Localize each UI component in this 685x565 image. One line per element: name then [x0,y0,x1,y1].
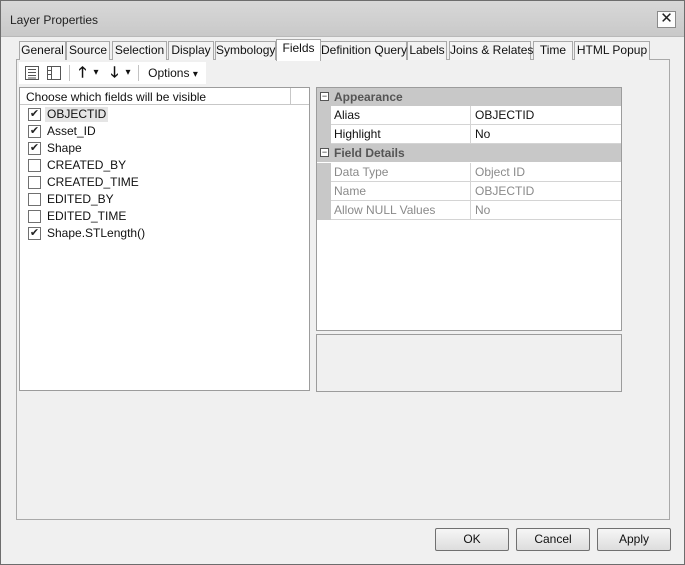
property-name: Name [331,182,471,201]
appearance-category[interactable]: − Appearance [317,88,621,106]
table-view-icon[interactable] [45,64,63,82]
toolbar-separator [138,65,139,81]
tab-definition-query[interactable]: Definition Query [320,41,407,60]
field-property-grid[interactable]: − Appearance Alias OBJECTID Highlight No… [316,87,622,331]
field-checkbox[interactable]: ✔ [28,108,41,121]
property-name: Allow NULL Values [331,201,471,220]
highlight-value[interactable]: No [471,125,621,144]
field-checkbox[interactable] [28,193,41,206]
field-label: Shape.STLength() [47,226,146,240]
property-description-box [316,334,622,392]
move-up-dropdown-icon[interactable]: ▾ [91,64,101,82]
list-item[interactable]: EDITED_BY [26,191,296,208]
window-title: Layer Properties [10,13,99,27]
options-label: Options [148,66,190,80]
list-view-icon[interactable] [23,64,41,82]
property-row-highlight[interactable]: Highlight No [317,125,621,144]
options-dropdown-icon: ▾ [192,69,198,80]
row-gutter [317,106,331,125]
close-icon[interactable]: ✕ [657,11,676,28]
field-checkbox[interactable] [28,210,41,223]
category-label: Appearance [334,90,403,104]
field-label: EDITED_TIME [47,209,127,223]
column-divider[interactable] [290,88,291,105]
property-row-data-type: Data Type Object ID [317,163,621,182]
cancel-button[interactable]: Cancel [516,528,590,551]
field-label: EDITED_BY [47,192,114,206]
move-up-icon[interactable]: 🡑 [75,64,90,82]
tab-display[interactable]: Display [168,41,214,60]
row-gutter [317,125,331,144]
field-visibility-list[interactable]: Choose which fields will be visible ✔ OB… [19,87,310,391]
tab-html-popup[interactable]: HTML Popup [574,41,650,60]
list-item[interactable]: ✔ Shape.STLength() [26,225,296,242]
layer-properties-dialog: Layer Properties ✕ General Source Select… [0,0,685,565]
tab-source[interactable]: Source [66,41,110,60]
property-name: Alias [331,106,471,125]
apply-button[interactable]: Apply [597,528,671,551]
property-row-allow-null: Allow NULL Values No [317,201,621,220]
tab-joins-relates[interactable]: Joins & Relates [449,41,533,60]
toolbar-separator [69,65,70,81]
tab-time[interactable]: Time [533,41,573,60]
move-down-icon[interactable]: 🡓 [107,64,122,82]
field-label: OBJECTID [45,107,109,122]
list-header-label: Choose which fields will be visible [26,90,207,104]
options-menu-button[interactable]: Options ▾ [143,64,203,82]
field-label: CREATED_BY [47,158,127,172]
name-value: OBJECTID [471,182,621,201]
list-item[interactable]: ✔ OBJECTID [26,106,296,123]
field-label: Asset_ID [47,124,96,138]
list-item[interactable]: ✔ Shape [26,140,296,157]
list-item[interactable]: CREATED_TIME [26,174,296,191]
category-label: Field Details [334,146,405,160]
field-label: Shape [47,141,82,155]
property-row-alias[interactable]: Alias OBJECTID [317,106,621,125]
property-name: Data Type [331,163,471,182]
allow-null-value: No [471,201,621,220]
list-item[interactable]: EDITED_TIME [26,208,296,225]
field-checkbox[interactable]: ✔ [28,227,41,240]
alias-value[interactable]: OBJECTID [471,106,621,125]
tab-general[interactable]: General [19,41,66,60]
title-bar[interactable]: Layer Properties ✕ [1,1,684,37]
field-details-category[interactable]: − Field Details [317,144,621,162]
tab-symbology[interactable]: Symbology [215,41,276,60]
field-checkbox[interactable] [28,176,41,189]
list-item[interactable]: CREATED_BY [26,157,296,174]
tab-labels[interactable]: Labels [407,41,447,60]
list-item[interactable]: ✔ Asset_ID [26,123,296,140]
fields-toolbar: 🡑 ▾ 🡓 ▾ Options ▾ [19,62,206,84]
field-checkbox[interactable] [28,159,41,172]
list-column-header[interactable]: Choose which fields will be visible [20,88,309,105]
field-checkbox[interactable]: ✔ [28,125,41,138]
move-down-dropdown-icon[interactable]: ▾ [123,64,133,82]
field-checkbox[interactable]: ✔ [28,142,41,155]
tab-fields[interactable]: Fields [276,39,321,61]
tab-selection[interactable]: Selection [112,41,167,60]
collapse-icon[interactable]: − [320,92,329,101]
row-gutter [317,182,331,201]
property-name: Highlight [331,125,471,144]
field-label: CREATED_TIME [47,175,139,189]
collapse-icon[interactable]: − [320,148,329,157]
data-type-value: Object ID [471,163,621,182]
row-gutter [317,201,331,220]
property-row-name: Name OBJECTID [317,182,621,201]
row-gutter [317,163,331,182]
ok-button[interactable]: OK [435,528,509,551]
